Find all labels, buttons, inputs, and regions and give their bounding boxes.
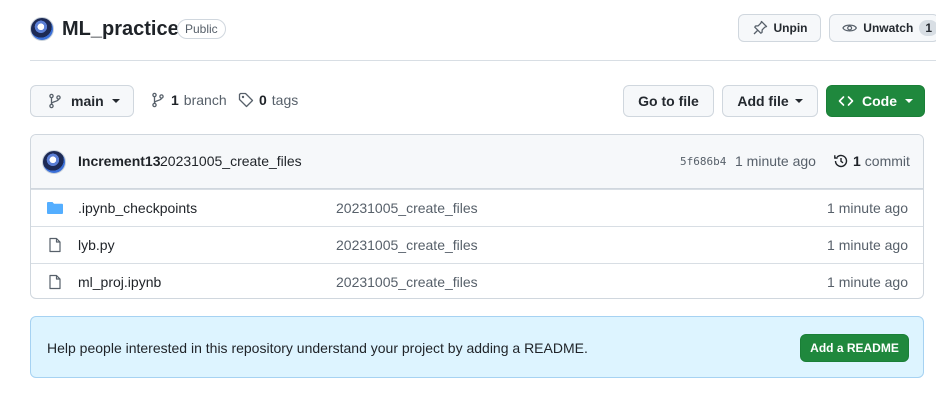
commit-count: 1: [853, 153, 861, 169]
caret-down-icon: [905, 99, 913, 103]
table-row[interactable]: .ipynb_checkpoints 20231005_create_files…: [31, 189, 923, 226]
file-commit-time: 1 minute ago: [827, 237, 908, 253]
commit-time: 1 minute ago: [735, 153, 816, 169]
file-icon: [47, 264, 63, 298]
code-label: Code: [862, 93, 897, 109]
repo-name[interactable]: ML_practice: [62, 18, 179, 41]
pin-icon: [753, 20, 767, 35]
file-commit-time: 1 minute ago: [827, 200, 908, 216]
tag-icon: [238, 92, 254, 108]
file-commit-message[interactable]: 20231005_create_files: [336, 227, 478, 263]
file-commit-message[interactable]: 20231005_create_files: [336, 264, 478, 298]
branch-count: 1: [171, 92, 179, 108]
unwatch-button[interactable]: Unwatch 1: [829, 14, 936, 42]
tag-word: tags: [271, 92, 299, 108]
go-to-file-label: Go to file: [638, 93, 699, 109]
readme-banner-text: Help people interested in this repositor…: [47, 340, 588, 356]
commit-sha[interactable]: 5f686b4: [680, 155, 726, 168]
unpin-label: Unpin: [773, 21, 808, 35]
branch-name: main: [71, 93, 104, 109]
author-avatar[interactable]: [42, 150, 66, 174]
go-to-file-button[interactable]: Go to file: [623, 85, 714, 117]
file-table: Increment13 20231005_create_files 5f686b…: [30, 134, 924, 299]
tag-count: 0: [259, 92, 267, 108]
file-name[interactable]: .ipynb_checkpoints: [78, 190, 197, 226]
add-readme-button[interactable]: Add a README: [800, 334, 909, 362]
latest-commit-bar: Increment13 20231005_create_files 5f686b…: [31, 135, 923, 189]
file-icon: [47, 227, 63, 263]
header-divider: [30, 60, 936, 61]
caret-down-icon: [111, 99, 120, 103]
branches-link[interactable]: 1 branch: [150, 92, 227, 108]
history-icon: [834, 154, 848, 168]
table-row[interactable]: ml_proj.ipynb 20231005_create_files 1 mi…: [31, 263, 923, 298]
file-commit-time: 1 minute ago: [827, 274, 908, 290]
watch-count-badge: 1: [919, 20, 936, 36]
unpin-button[interactable]: Unpin: [738, 14, 821, 42]
git-branch-icon: [152, 92, 164, 108]
commit-message[interactable]: 20231005_create_files: [160, 153, 302, 169]
tags-link[interactable]: 0 tags: [238, 92, 298, 108]
add-file-button[interactable]: Add file: [722, 85, 818, 117]
commits-link[interactable]: 1 commit: [833, 153, 910, 169]
unwatch-label: Unwatch: [863, 21, 914, 35]
code-button[interactable]: Code: [826, 85, 925, 117]
branch-selector[interactable]: main: [30, 85, 134, 117]
branch-word: branch: [183, 92, 227, 108]
git-branch-icon: [49, 93, 61, 109]
commit-word: commit: [864, 153, 910, 169]
add-file-label: Add file: [737, 93, 789, 109]
visibility-badge: Public: [177, 19, 226, 39]
file-name[interactable]: lyb.py: [78, 227, 115, 263]
eye-icon: [842, 24, 858, 32]
caret-down-icon: [794, 99, 803, 103]
readme-banner: Help people interested in this repositor…: [30, 316, 924, 378]
table-row[interactable]: lyb.py 20231005_create_files 1 minute ag…: [31, 226, 923, 263]
code-icon: [838, 96, 854, 106]
file-name[interactable]: ml_proj.ipynb: [78, 264, 161, 298]
commit-author[interactable]: Increment13: [78, 153, 160, 169]
file-commit-message[interactable]: 20231005_create_files: [336, 190, 478, 226]
owner-avatar[interactable]: [30, 17, 54, 41]
folder-icon: [46, 190, 64, 226]
